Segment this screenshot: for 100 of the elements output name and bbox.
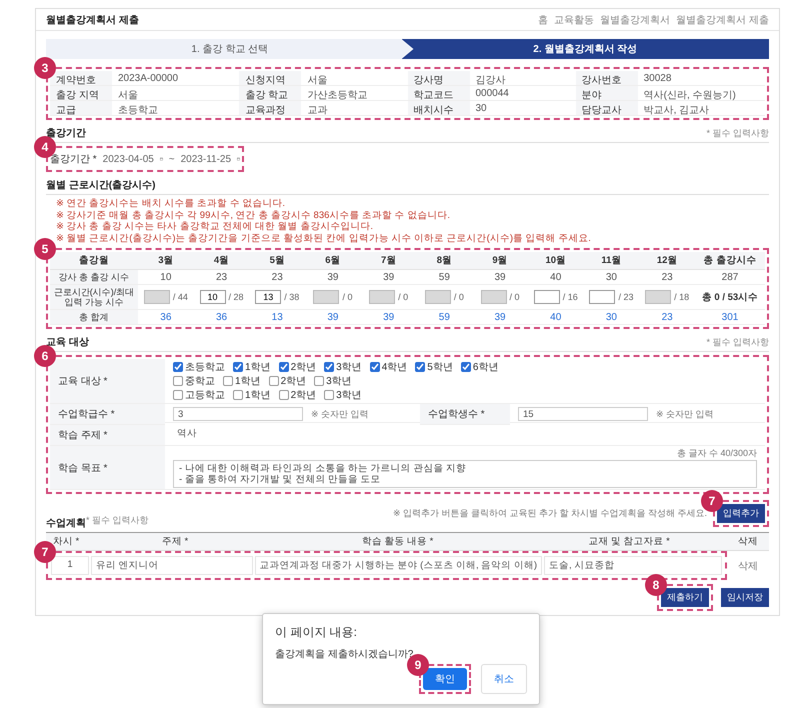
breadcrumb-item[interactable]: 교육활동 — [554, 12, 594, 26]
checkbox-label: 6학년 — [472, 361, 498, 374]
table-cell: 40 — [528, 270, 584, 285]
submit-button[interactable]: 제출하기 — [661, 588, 709, 607]
checkbox-label: 2학년 — [280, 375, 306, 388]
table-cell: 23 — [639, 310, 695, 325]
info-label: 배치시수 — [408, 101, 470, 116]
checkbox-label: 3학년 — [336, 361, 362, 374]
checkbox-label: 4학년 — [382, 361, 408, 374]
info-value: 000044 — [470, 86, 576, 101]
column-header: 5월 — [249, 252, 306, 270]
checkbox-label: 2학년 — [290, 389, 316, 402]
checkbox-label: 중학교 — [185, 375, 215, 388]
checkbox[interactable] — [324, 362, 334, 372]
max-hours: / 0 — [342, 292, 352, 302]
info-value: 30028 — [638, 71, 765, 86]
hours-input[interactable]: 10 — [200, 290, 226, 304]
table-cell: 30 — [584, 310, 640, 325]
checkbox[interactable] — [324, 390, 334, 400]
step-badge: 8 — [645, 574, 667, 596]
table-cell: 36 — [194, 310, 250, 325]
confirm-button[interactable]: 확인 — [423, 668, 467, 690]
checkbox-label: 1학년 — [235, 375, 261, 388]
info-value: 서울 — [301, 71, 408, 86]
checkbox[interactable] — [278, 362, 289, 372]
checkbox[interactable] — [173, 390, 183, 400]
column-header: 삭제 — [727, 532, 769, 551]
table-cell: 36 — [138, 310, 194, 325]
info-label: 교육과정 — [239, 101, 302, 116]
goal-textarea[interactable]: - 나에 대한 이해력과 타인과의 소통을 하는 가르니의 관심을 지향 - 줄을 통하여 자기개발 및 전체의 만들을 도모 — [173, 460, 757, 488]
table-cell: 59 — [416, 310, 472, 325]
checkbox-label: 3학년 — [336, 389, 362, 402]
checkbox-label: 1학년 — [245, 389, 271, 402]
table-cell: 59 — [416, 270, 472, 285]
table-cell: 23 — [249, 270, 306, 285]
max-hours: / 44 — [172, 292, 188, 302]
table-cell[interactable]: 도술, 시묘종합 — [544, 556, 722, 575]
max-hours: / 16 — [562, 292, 578, 302]
checkbox[interactable] — [370, 362, 380, 372]
input-hint: ※ 숫자만 입력 — [656, 408, 714, 420]
info-value: 김강사 — [470, 71, 576, 86]
step-badge: 9 — [407, 654, 429, 676]
step-tab[interactable]: 1. 출강 학교 선택 — [46, 39, 414, 59]
breadcrumb-item[interactable]: 월별출강계획서 — [600, 12, 670, 26]
breadcrumb-item[interactable]: 홈 — [538, 12, 548, 26]
delete-link[interactable]: 삭제 — [727, 558, 769, 572]
table-cell[interactable]: 1 — [51, 556, 89, 575]
info-label: 신청지역 — [239, 71, 302, 86]
step-tab[interactable]: 2. 월별출강계획서 작성 — [402, 39, 769, 59]
max-hours: / 28 — [228, 292, 244, 302]
table-cell: 39 — [305, 310, 361, 325]
info-label: 출강 지역 — [50, 86, 112, 101]
table-cell[interactable]: 교과연계과정 대중가 시행하는 분야 (스포츠 이해, 음악의 이해) — [254, 556, 542, 575]
save-button[interactable]: 임시저장 — [721, 588, 769, 607]
column-header: 총 출강시수 — [695, 252, 765, 270]
breadcrumb-item[interactable]: 월별출강계획서 제출 — [676, 12, 769, 26]
notice-text: ※ 강사기준 매월 총 출강시수 각 99시수, 연간 총 출강시수 836시수를 초과할 수 없습니다. — [56, 210, 451, 221]
table-cell: 40 — [528, 310, 584, 325]
row-label: 총 합계 — [50, 310, 138, 325]
column-header: 교재 및 참고자료 * — [531, 532, 727, 551]
checkbox[interactable] — [233, 362, 243, 372]
checkbox[interactable] — [415, 362, 426, 372]
step-badge: 3 — [34, 57, 56, 79]
checkbox[interactable] — [460, 362, 471, 372]
column-header: 4월 — [194, 252, 250, 270]
row-label: 강사 총 출강 시수 — [50, 270, 138, 285]
max-hours: / 38 — [284, 292, 300, 302]
checkbox[interactable] — [173, 362, 183, 372]
column-header: 12월 — [639, 252, 695, 270]
table-cell: 39 — [360, 310, 416, 325]
checkbox[interactable] — [278, 390, 289, 400]
end-date[interactable]: 2023-11-25 — [180, 154, 232, 164]
notice-text: ※ 연간 출강시수는 배치 시수를 초과할 수 없습니다. — [56, 198, 286, 210]
table-cell: 10 — [138, 270, 194, 285]
add-button[interactable]: 입력추가 — [717, 504, 765, 523]
start-date[interactable]: 2023-04-05 — [102, 154, 154, 164]
column-header: 3월 — [138, 252, 194, 270]
checkbox-label: 3학년 — [326, 375, 352, 388]
info-label: 학교코드 — [408, 86, 470, 101]
hours-input[interactable] — [534, 290, 560, 304]
checkbox[interactable] — [268, 376, 279, 386]
checkbox[interactable] — [233, 390, 243, 400]
checkbox[interactable] — [314, 376, 324, 386]
hours-input[interactable]: 13 — [255, 290, 282, 304]
table-cell: 39 — [305, 270, 361, 285]
max-hours: / 0 — [510, 292, 520, 302]
checkbox[interactable] — [223, 376, 233, 386]
column-header: 6월 — [305, 252, 361, 270]
number-input[interactable]: 3 — [173, 407, 303, 421]
checkbox[interactable] — [173, 376, 183, 386]
column-header: 10월 — [528, 252, 584, 270]
hours-input[interactable] — [589, 290, 616, 304]
notice-text: ※ 강사 총 출강 시수는 타사 출강학교 전체에 대한 월별 출강시수입니다. — [56, 221, 374, 232]
field-label: 학습 목표 * — [50, 446, 165, 490]
table-cell[interactable]: 유리 엔지니어 — [91, 556, 253, 575]
cancel-button[interactable]: 취소 — [481, 664, 527, 694]
dialog-title: 이 페이지 내용: — [275, 624, 358, 641]
info-label: 강사명 — [408, 71, 470, 86]
number-input[interactable]: 15 — [518, 407, 648, 421]
field-label: 학습 주제 * — [50, 425, 165, 446]
